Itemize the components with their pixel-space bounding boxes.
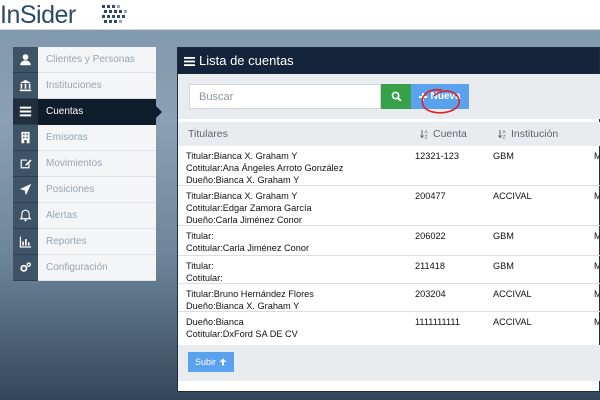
edit-icon xyxy=(13,151,38,177)
extra-cell: M xyxy=(594,261,600,271)
sort-icon: AZ xyxy=(498,130,507,140)
sidebar-item-label: Cuentas xyxy=(38,99,156,125)
sidebar-item-emisoras[interactable]: Emisoras xyxy=(13,125,156,151)
institucion-cell: GBM xyxy=(493,231,514,241)
sidebar-item-label: Alertas xyxy=(38,203,156,229)
institucion-cell: ACCIVAL xyxy=(493,289,532,299)
sidebar-item-reportes[interactable]: Reportes xyxy=(13,229,156,255)
institucion-cell: GBM xyxy=(493,151,514,161)
bell-icon xyxy=(13,203,38,229)
sidebar-item-label: Posiciones xyxy=(38,177,156,203)
sort-icon: AZ xyxy=(420,130,429,140)
cuenta-cell: 206022 xyxy=(415,231,446,241)
sidebar-item-label: Emisoras xyxy=(38,125,156,151)
panel-header: Lista de cuentas xyxy=(178,48,599,74)
sidebar-item-label: Clientes y Personas xyxy=(38,47,156,73)
bar-chart-icon xyxy=(13,229,38,255)
search-icon xyxy=(391,91,402,102)
upload-button[interactable]: Subir xyxy=(188,352,234,372)
sidebar-item-label: Instituciones xyxy=(38,73,156,99)
sidebar-nav: Clientes y Personas Instituciones Cuenta… xyxy=(13,47,162,281)
accounts-panel: Lista de cuentas Nueva Titulares AZ Cuen… xyxy=(177,47,600,392)
table-header: Titulares AZ Cuenta AZ Institución xyxy=(178,122,600,146)
bank-icon xyxy=(13,73,38,99)
table-row[interactable]: Titular:Bruno Hernández Flores Dueño:Bia… xyxy=(178,284,600,312)
institucion-cell: GBM xyxy=(493,261,514,271)
accounts-table-body: Titular:Bianca X. Graham Y Cotitular:Ana… xyxy=(178,146,600,343)
extra-cell: M xyxy=(594,231,600,241)
cuenta-cell: 211418 xyxy=(415,261,445,271)
app-logo[interactable]: InSider xyxy=(0,0,76,30)
titulares-cell: Titular:Bianca X. Graham Y Cotitular:Ana… xyxy=(186,151,344,185)
svg-text:Z: Z xyxy=(503,135,506,140)
cuenta-cell: 200477 xyxy=(415,191,446,201)
column-header-titulares[interactable]: Titulares xyxy=(188,122,228,146)
titulares-cell: Titular: Cotitular:Carla Jiménez Conor xyxy=(186,231,310,253)
table-row[interactable]: Titular: Cotitular: 211418 GBM M xyxy=(178,256,600,284)
titulares-cell: Titular:Bianca X. Graham Y Cotitular:Edg… xyxy=(186,191,312,225)
extra-cell: M xyxy=(594,289,600,299)
search-button[interactable] xyxy=(381,84,411,109)
sidebar-item-posiciones[interactable]: Posiciones xyxy=(13,177,156,203)
column-header-institucion[interactable]: AZ Institución xyxy=(498,122,558,146)
building-icon xyxy=(13,125,38,151)
extra-cell: M xyxy=(594,151,600,161)
sidebar-item-alertas[interactable]: Alertas xyxy=(13,203,156,229)
sidebar-item-cuentas[interactable]: Cuentas xyxy=(13,99,162,125)
table-row[interactable]: Titular:Bianca X. Graham Y Cotitular:Edg… xyxy=(178,186,600,226)
list-icon xyxy=(13,99,38,125)
titulares-cell: Titular:Bruno Hernández Flores Dueño:Bia… xyxy=(186,289,314,311)
menu-icon xyxy=(184,56,195,66)
extra-cell: M xyxy=(594,191,600,201)
arrow-up-icon xyxy=(219,358,227,366)
column-header-cuenta[interactable]: AZ Cuenta xyxy=(420,122,467,146)
top-bar: InSider xyxy=(0,0,600,30)
cuenta-cell: 12321-123 xyxy=(415,151,459,161)
cuenta-cell: 1111111111 xyxy=(415,317,460,327)
sidebar-item-label: Configuración xyxy=(38,255,156,281)
institucion-cell: ACCIVAL xyxy=(493,191,532,201)
titulares-cell: Titular: Cotitular: xyxy=(186,261,223,283)
titulares-cell: Dueño:Bianca Cotitular:DxFord SA DE CV xyxy=(186,317,298,339)
logo-dots-icon xyxy=(102,5,127,23)
svg-text:Z: Z xyxy=(425,135,428,140)
table-row[interactable]: Titular:Bianca X. Graham Y Cotitular:Ana… xyxy=(178,146,600,186)
plus-icon xyxy=(419,92,428,101)
new-account-button[interactable]: Nueva xyxy=(411,84,469,109)
user-icon xyxy=(13,47,38,73)
table-row[interactable]: Titular: Cotitular:Carla Jiménez Conor 2… xyxy=(178,226,600,256)
gears-icon xyxy=(13,255,38,281)
cuenta-cell: 203204 xyxy=(415,289,446,299)
sidebar-item-clientes[interactable]: Clientes y Personas xyxy=(13,47,156,73)
search-input[interactable] xyxy=(189,84,381,109)
sidebar-item-movimientos[interactable]: Movimientos xyxy=(13,151,156,177)
panel-footer xyxy=(178,345,600,381)
sidebar-item-configuracion[interactable]: Configuración xyxy=(13,255,156,281)
new-button-label: Nueva xyxy=(430,91,461,102)
sidebar-item-label: Reportes xyxy=(38,229,156,255)
table-row[interactable]: Dueño:Bianca Cotitular:DxFord SA DE CV 1… xyxy=(178,312,600,343)
page-title: Lista de cuentas xyxy=(199,53,294,68)
extra-cell: M xyxy=(594,317,600,327)
sidebar-item-instituciones[interactable]: Instituciones xyxy=(13,73,156,99)
upload-button-label: Subir xyxy=(194,357,216,367)
sidebar-item-label: Movimientos xyxy=(38,151,156,177)
toolbar: Nueva xyxy=(178,74,600,119)
location-arrow-icon xyxy=(13,177,38,203)
institucion-cell: ACCIVAL xyxy=(493,317,532,327)
